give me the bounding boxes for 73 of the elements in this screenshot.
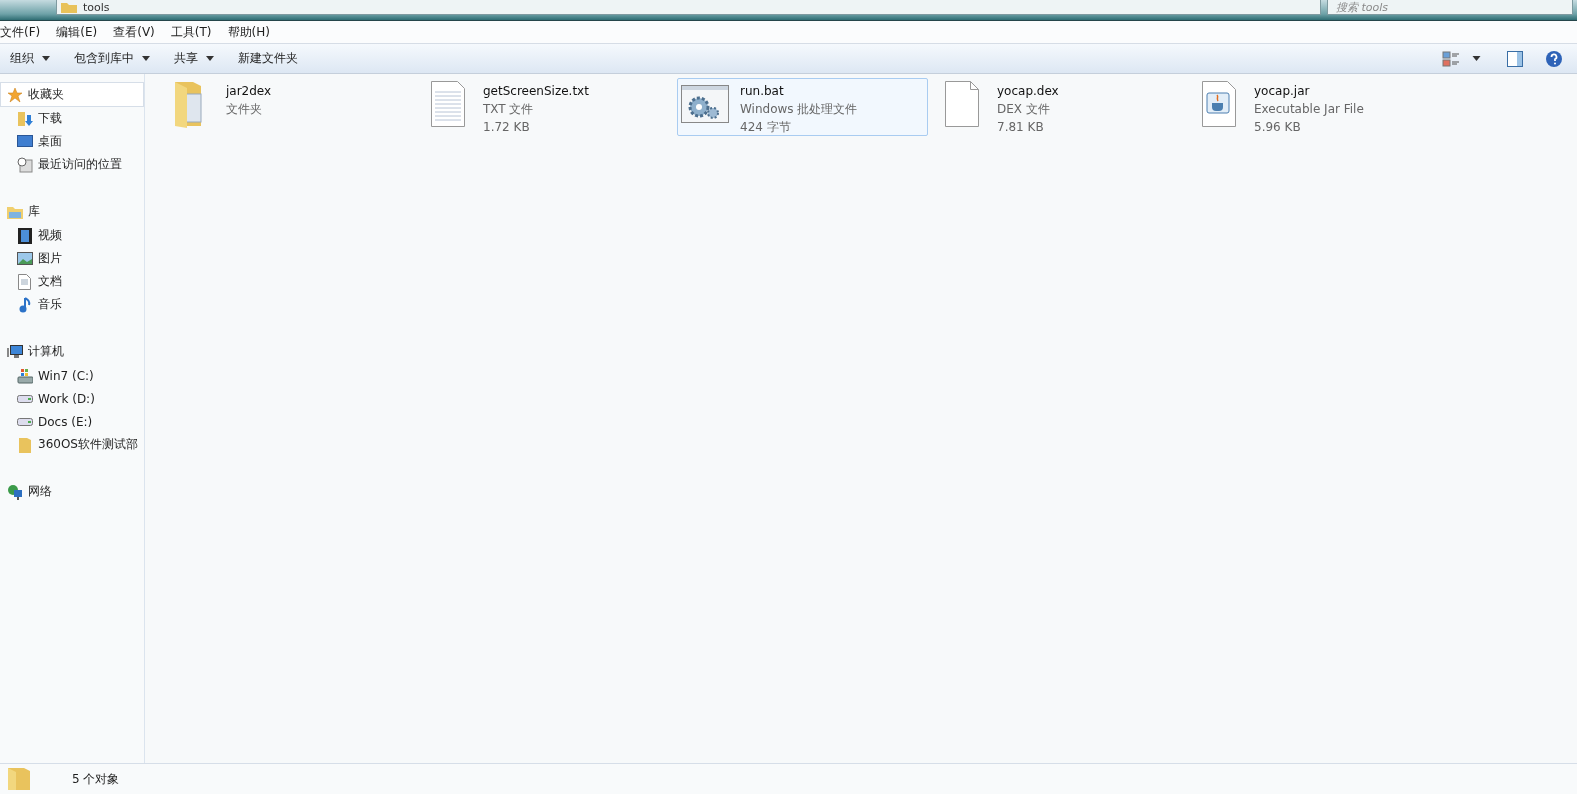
file-size: 424 字节 [740, 119, 792, 136]
nav-item[interactable]: 收藏夹 [0, 82, 144, 107]
caret-icon [142, 56, 150, 61]
text-file-icon [430, 80, 466, 128]
address-bar[interactable]: tools [56, 0, 1321, 15]
file-size: 5.96 KB [1254, 119, 1302, 136]
file-type: Windows 批处理文件 [740, 101, 858, 118]
music-note-icon [18, 296, 31, 313]
drive-icon [16, 417, 33, 426]
file-name: run.bat [740, 83, 785, 100]
picture-icon [16, 252, 33, 265]
menu-item[interactable]: 文件(F) [0, 23, 41, 41]
film-icon [17, 227, 32, 244]
file-type: DEX 文件 [997, 101, 1051, 118]
address-path: tools [83, 0, 110, 14]
item-count: 5 个对象 [72, 770, 120, 788]
view-options-icon[interactable] [1442, 49, 1460, 68]
recent-places-icon [16, 156, 33, 173]
nav-item[interactable]: 最近访问的位置 [0, 153, 144, 176]
nav-item[interactable]: Work (D:) [0, 387, 144, 410]
nav-item[interactable]: 计算机 [0, 339, 144, 364]
caret-icon [206, 56, 214, 61]
preview-pane-icon[interactable] [1507, 50, 1523, 67]
toolbar-button[interactable]: 新建文件夹 [232, 47, 304, 70]
nav-item[interactable]: 下载 [0, 107, 144, 130]
blank-file-icon [945, 81, 979, 127]
nav-item[interactable]: 音乐 [0, 293, 144, 316]
nav-item[interactable]: 网络 [0, 479, 144, 504]
menu-item[interactable]: 编辑(E) [56, 23, 98, 41]
file-tile[interactable]: getScreenSize.txt TXT 文件 1.72 KB [420, 78, 671, 136]
nav-item[interactable]: 360OS软件测试部 [0, 433, 144, 456]
file-type: 文件夹 [226, 101, 263, 118]
nav-item[interactable]: 视频 [0, 224, 144, 247]
caret-icon[interactable] [1472, 56, 1481, 61]
star-icon [6, 86, 23, 103]
file-size: 1.72 KB [483, 119, 531, 136]
toolbar-button[interactable]: 包含到库中 [68, 47, 156, 70]
file-type: Executable Jar File [1254, 101, 1364, 118]
file-name: yocap.jar [1254, 83, 1311, 100]
computer-icon [6, 344, 23, 359]
nav-item[interactable]: 图片 [0, 247, 144, 270]
menu-item[interactable]: 工具(T) [170, 23, 212, 41]
desktop-icon [16, 134, 33, 149]
file-type: TXT 文件 [483, 101, 535, 118]
file-tile[interactable]: run.bat Windows 批处理文件 424 字节 [677, 78, 928, 136]
nav-item[interactable]: Win7 (C:) [0, 364, 144, 387]
network-icon [6, 483, 23, 500]
file-name: getScreenSize.txt [483, 83, 589, 100]
document-icon [18, 273, 31, 290]
download-folder-icon [16, 110, 33, 127]
nav-item[interactable]: 桌面 [0, 130, 144, 153]
menu-item[interactable]: 帮助(H) [227, 23, 270, 41]
file-size: 7.81 KB [997, 119, 1045, 136]
file-tile[interactable]: jar2dex 文件夹 [163, 78, 414, 136]
help-icon[interactable] [1545, 49, 1563, 68]
gear-window-icon [681, 85, 729, 123]
nav-item[interactable]: Docs (E:) [0, 410, 144, 433]
nav-item[interactable]: 文档 [0, 270, 144, 293]
system-drive-icon [16, 367, 33, 384]
toolbar-button[interactable]: 共享 [168, 47, 220, 70]
toolbar-button[interactable]: 组织 [4, 47, 56, 70]
caret-icon [42, 56, 50, 61]
file-tile[interactable]: yocap.dex DEX 文件 7.81 KB [934, 78, 1185, 136]
folder-icon [18, 436, 31, 453]
coffee-cup-file-icon [1202, 81, 1236, 127]
menu-item[interactable]: 查看(V) [113, 23, 155, 41]
file-name: yocap.dex [997, 83, 1059, 100]
folder-icon [6, 204, 23, 219]
folder-icon [61, 1, 77, 13]
drive-icon [16, 394, 33, 403]
file-tile[interactable]: yocap.jar Executable Jar File 5.96 KB [1191, 78, 1442, 136]
nav-item[interactable]: 库 [0, 199, 144, 224]
file-name: jar2dex [226, 83, 272, 100]
